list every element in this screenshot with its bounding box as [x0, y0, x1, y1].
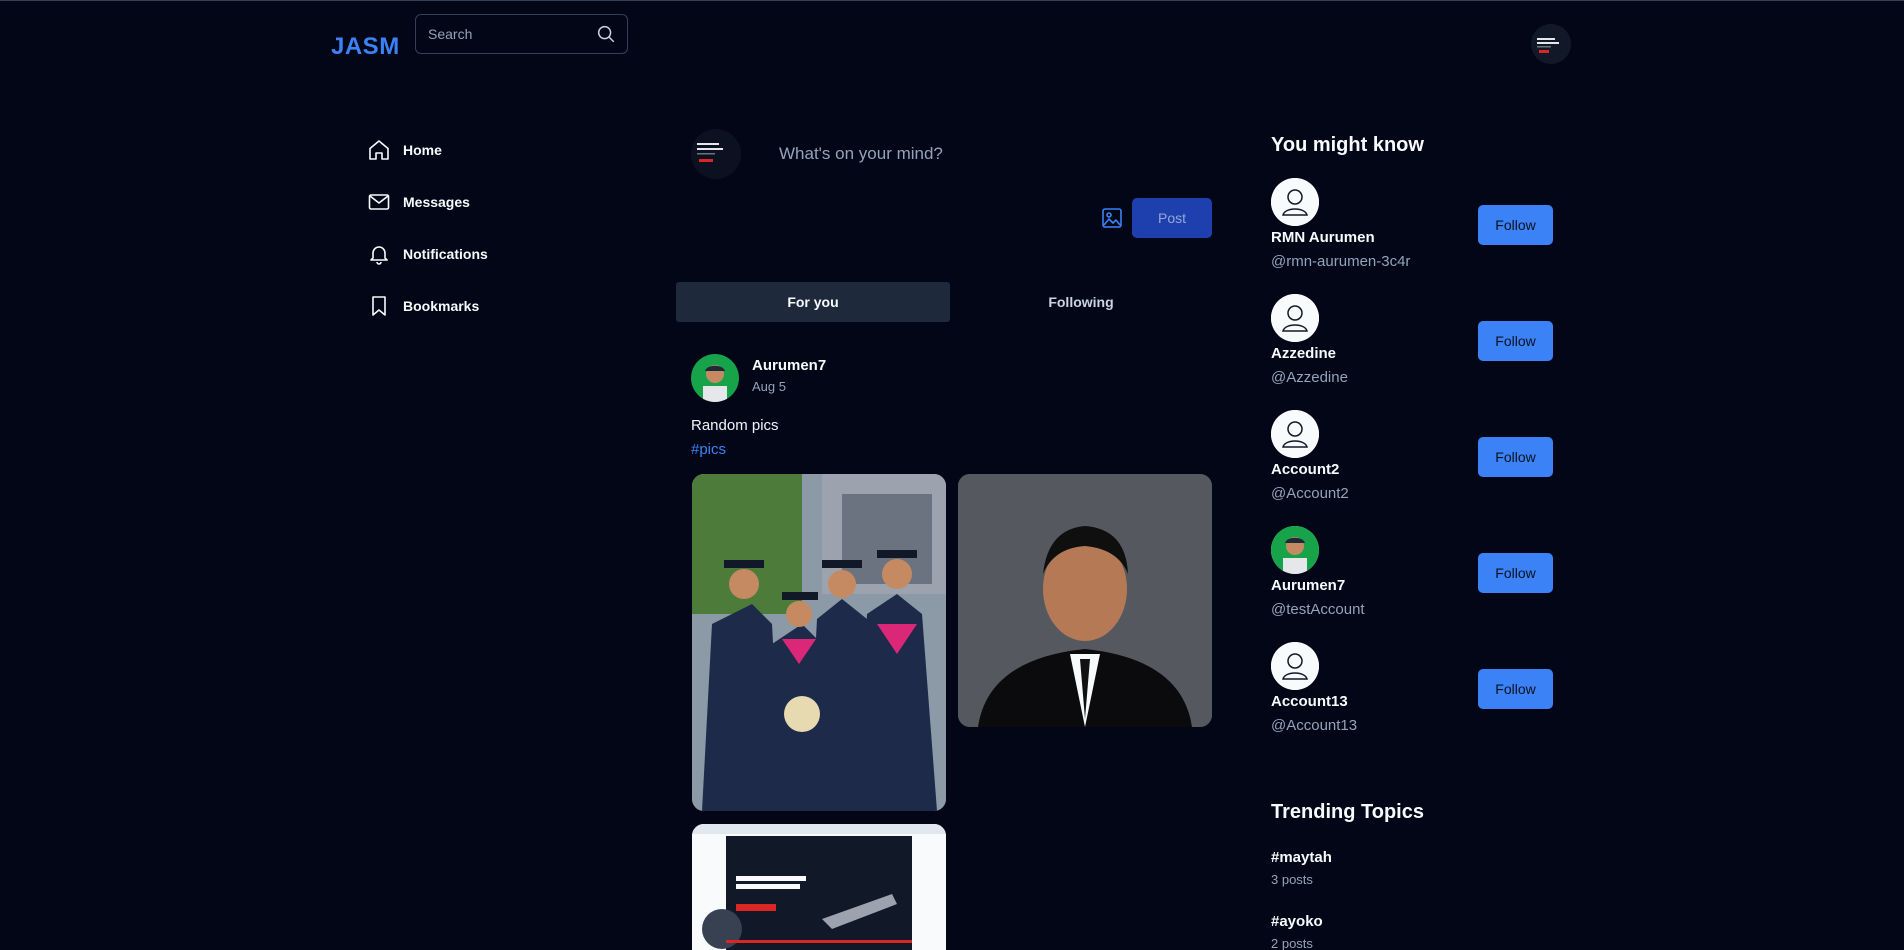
suggestion-handle: @Account13 [1271, 717, 1358, 734]
suggestion-avatar[interactable] [1271, 410, 1319, 458]
tab-following[interactable]: Following [950, 282, 1212, 322]
post-image-screenshot[interactable] [692, 824, 946, 950]
suggestion-handle: @rmn-aurumen-3c4r [1271, 253, 1411, 270]
bell-icon [370, 246, 388, 265]
suggestion-avatar[interactable] [1271, 642, 1319, 690]
nav-label-notifications: Notifications [403, 246, 488, 262]
follow-button[interactable]: Follow [1478, 205, 1553, 245]
app-logo[interactable]: JASM [331, 33, 400, 61]
suggestion-name[interactable]: RMN Aurumen [1271, 229, 1375, 246]
mail-icon [368, 194, 390, 210]
nav-messages[interactable]: Messages [367, 184, 470, 220]
nav-label-messages: Messages [403, 194, 470, 210]
post-author-name[interactable]: Aurumen7 [752, 357, 826, 374]
follow-button[interactable]: Follow [1478, 669, 1553, 709]
nav-notifications[interactable]: Notifications [367, 236, 488, 272]
suggestion-avatar[interactable] [1271, 526, 1319, 574]
nav-label-bookmarks: Bookmarks [403, 298, 480, 314]
suggestion-name[interactable]: Aurumen7 [1271, 577, 1345, 594]
suggestions-title: You might know [1271, 134, 1424, 156]
current-user-avatar[interactable] [1531, 24, 1571, 64]
trending-count: 2 posts [1271, 936, 1313, 950]
post-author-avatar[interactable] [691, 354, 739, 402]
suggestion-name[interactable]: Account2 [1271, 461, 1339, 478]
suggestion-handle: @Account2 [1271, 485, 1349, 502]
nav-label-home: Home [403, 142, 442, 158]
bookmark-icon [372, 296, 386, 316]
trending-title: Trending Topics [1271, 801, 1424, 823]
trending-topic[interactable]: #maytah [1271, 849, 1332, 866]
post-hashtag[interactable]: #pics [691, 441, 726, 458]
suggestion-name[interactable]: Account13 [1271, 693, 1348, 710]
suggestion-avatar[interactable] [1271, 178, 1319, 226]
follow-button[interactable]: Follow [1478, 321, 1553, 361]
trending-count: 3 posts [1271, 872, 1313, 887]
nav-home[interactable]: Home [367, 132, 442, 168]
post-date: Aug 5 [752, 379, 786, 394]
suggestion-handle: @testAccount [1271, 601, 1365, 618]
post-image-graduation[interactable] [692, 474, 946, 811]
suggestion-avatar[interactable] [1271, 294, 1319, 342]
trending-topic[interactable]: #ayoko [1271, 913, 1323, 930]
suggestion-name[interactable]: Azzedine [1271, 345, 1336, 362]
search-input[interactable] [428, 15, 593, 53]
post-button[interactable]: Post [1132, 198, 1212, 238]
follow-button[interactable]: Follow [1478, 553, 1553, 593]
search-icon[interactable] [595, 23, 617, 45]
post-composer-input[interactable] [779, 142, 1199, 166]
nav-bookmarks[interactable]: Bookmarks [367, 288, 479, 324]
follow-button[interactable]: Follow [1478, 437, 1553, 477]
home-icon [369, 140, 389, 160]
composer-avatar [691, 129, 741, 179]
image-icon[interactable] [1100, 206, 1124, 230]
search-box[interactable] [415, 14, 628, 54]
suggestion-handle: @Azzedine [1271, 369, 1348, 386]
post-image-portrait[interactable] [958, 474, 1212, 727]
post-text: Random pics [691, 417, 779, 434]
tab-for-you[interactable]: For you [676, 282, 950, 322]
